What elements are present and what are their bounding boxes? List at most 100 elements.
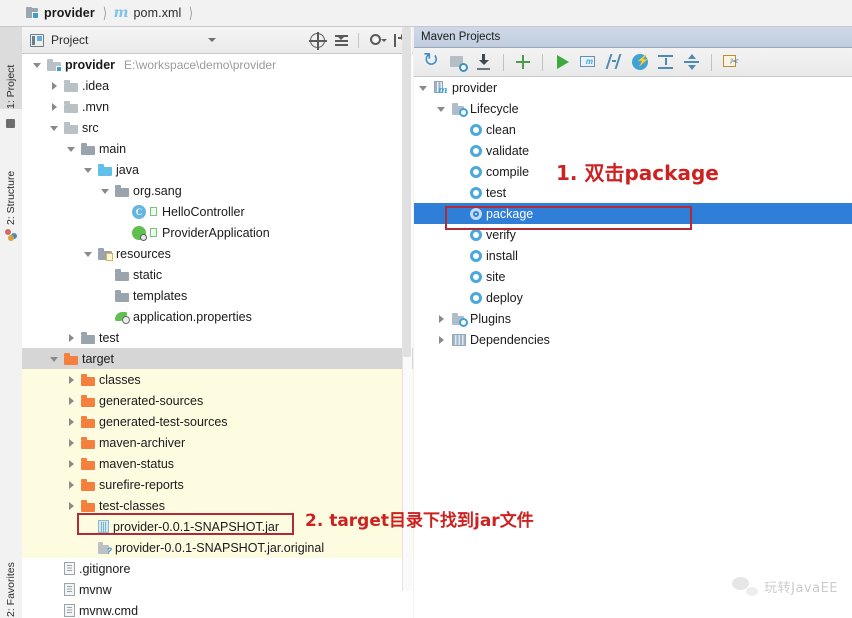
collapse-all-icon[interactable]	[683, 53, 701, 71]
tree-row[interactable]: .mvn	[22, 96, 413, 117]
tree-twisty-closed[interactable]	[436, 313, 448, 325]
maven-tree-row[interactable]: Dependencies	[414, 329, 852, 350]
maven-tree-row[interactable]: Plugins	[414, 308, 852, 329]
maven-tree-row[interactable]: deploy	[414, 287, 852, 308]
tree-row[interactable]: resources	[22, 243, 413, 264]
tree-twisty-closed[interactable]	[66, 395, 78, 407]
tree-row[interactable]: main	[22, 138, 413, 159]
folder-orange-icon	[81, 373, 95, 386]
tree-twisty-closed[interactable]	[49, 101, 61, 113]
tree-twisty-closed[interactable]	[66, 500, 78, 512]
tree-row[interactable]: classes	[22, 369, 413, 390]
tree-twisty-open[interactable]	[418, 82, 430, 94]
tree-row-label: java	[116, 162, 139, 177]
tree-twisty-open[interactable]	[66, 143, 78, 155]
settings-icon[interactable]: ✂	[722, 53, 740, 71]
folder-orange-icon	[64, 352, 78, 365]
sidebar-item-structure[interactable]: 2: Structure	[0, 133, 22, 225]
download-sources-icon[interactable]	[475, 53, 493, 71]
chevron-down-icon[interactable]	[208, 38, 217, 42]
tree-row[interactable]: static	[22, 264, 413, 285]
add-maven-project-icon[interactable]	[514, 53, 532, 71]
tree-twisty-open[interactable]	[49, 122, 61, 134]
tree-row[interactable]: src	[22, 117, 413, 138]
folder-gray-icon	[64, 121, 78, 134]
maven-tree-row[interactable]: verify	[414, 224, 852, 245]
expand-all-icon[interactable]	[657, 53, 675, 71]
maven-m-icon: m	[113, 5, 129, 21]
maven-tree-row[interactable]: Lifecycle	[414, 98, 852, 119]
project-scrollbar-thumb[interactable]	[403, 27, 411, 357]
tree-row[interactable]: application.properties	[22, 306, 413, 327]
tree-twisty-open[interactable]	[83, 248, 95, 260]
maven-tree-row-label: provider	[452, 80, 498, 95]
project-tree[interactable]: provider E:\workspace\demo\provider .idea.…	[22, 54, 413, 618]
tree-twisty-closed[interactable]	[66, 458, 78, 470]
tree-row[interactable]: ? provider-0.0.1-SNAPSHOT.jar.original	[22, 537, 413, 558]
tree-twisty-open[interactable]	[100, 185, 112, 197]
maven-tree-row[interactable]: m provider	[414, 77, 852, 98]
tree-row[interactable]: C HelloController	[22, 201, 413, 222]
maven-tree-row-label: deploy	[486, 290, 523, 305]
breadcrumb-item-pom[interactable]: m pom.xml	[114, 6, 182, 20]
toggle-skip-tests-icon[interactable]	[605, 53, 623, 71]
tree-twisty-open[interactable]	[83, 164, 95, 176]
sidebar-item-project[interactable]: 1: Project	[0, 27, 22, 109]
tree-row-label: surefire-reports	[99, 477, 184, 492]
maven-tree-row-selected[interactable]: package	[414, 203, 852, 224]
toggle-offline-icon[interactable]	[631, 53, 650, 71]
tree-row[interactable]: maven-status	[22, 453, 413, 474]
run-icon[interactable]	[553, 53, 571, 71]
package-folder-icon	[115, 184, 129, 197]
tree-row[interactable]: .gitignore	[22, 558, 413, 579]
tree-row[interactable]: org.sang	[22, 180, 413, 201]
tree-row-label: provider-0.0.1-SNAPSHOT.jar	[113, 519, 280, 534]
generate-sources-icon[interactable]	[449, 53, 468, 72]
tree-row[interactable]: generated-test-sources	[22, 411, 413, 432]
run-configuration-icon[interactable]: m	[579, 53, 597, 71]
maven-goal-icon	[470, 165, 482, 178]
unknown-file-icon: ?	[98, 541, 112, 555]
tree-twisty-closed[interactable]	[66, 437, 78, 449]
tree-row[interactable]: test	[22, 327, 413, 348]
tree-twisty-closed[interactable]	[49, 80, 61, 92]
module-folder-icon	[47, 58, 62, 72]
folder-resources-icon	[98, 247, 113, 261]
tree-twisty-closed[interactable]	[66, 479, 78, 491]
maven-tree-row-label: Plugins	[470, 311, 511, 326]
maven-tree-row-label: site	[486, 269, 506, 284]
tree-twisty-closed[interactable]	[66, 332, 78, 344]
maven-panel-title: Maven Projects	[421, 31, 501, 43]
maven-tree-row[interactable]: clean	[414, 119, 852, 140]
maven-tree-row[interactable]: install	[414, 245, 852, 266]
gear-icon[interactable]	[368, 33, 387, 48]
tree-twisty-closed[interactable]	[66, 416, 78, 428]
tree-row[interactable]: ProviderApplication	[22, 222, 413, 243]
tree-row[interactable]: generated-sources	[22, 390, 413, 411]
tree-row[interactable]: java	[22, 159, 413, 180]
tree-row[interactable]: provider E:\workspace\demo\provider	[22, 54, 413, 75]
reimport-icon[interactable]	[423, 49, 441, 71]
tree-twisty-closed[interactable]	[436, 334, 448, 346]
tree-twisty-open[interactable]	[32, 59, 44, 71]
tree-twisty-closed[interactable]	[66, 374, 78, 386]
tree-row[interactable]: templates	[22, 285, 413, 306]
tree-twisty-open[interactable]	[436, 103, 448, 115]
tree-row[interactable]: maven-archiver	[22, 432, 413, 453]
ide-window: provider ⟩ m pom.xml ⟩ 1: Project 2: Str…	[0, 0, 852, 618]
wechat-logo-icon	[732, 576, 759, 596]
tree-row[interactable]: target	[22, 348, 413, 369]
collapse-all-icon[interactable]	[334, 33, 349, 48]
tree-row[interactable]: .idea	[22, 75, 413, 96]
breadcrumb-item-provider[interactable]: provider	[26, 6, 95, 20]
maven-tree-row-label: package	[486, 206, 534, 221]
tree-row[interactable]: surefire-reports	[22, 474, 413, 495]
tree-row[interactable]: mvnw	[22, 579, 413, 600]
sidebar-item-favorites[interactable]: 2: Favorites	[0, 525, 22, 617]
locate-icon[interactable]	[309, 32, 327, 50]
tree-row[interactable]: mvnw.cmd	[22, 600, 413, 618]
tree-twisty-open[interactable]	[49, 353, 61, 365]
maven-tree-row[interactable]: site	[414, 266, 852, 287]
